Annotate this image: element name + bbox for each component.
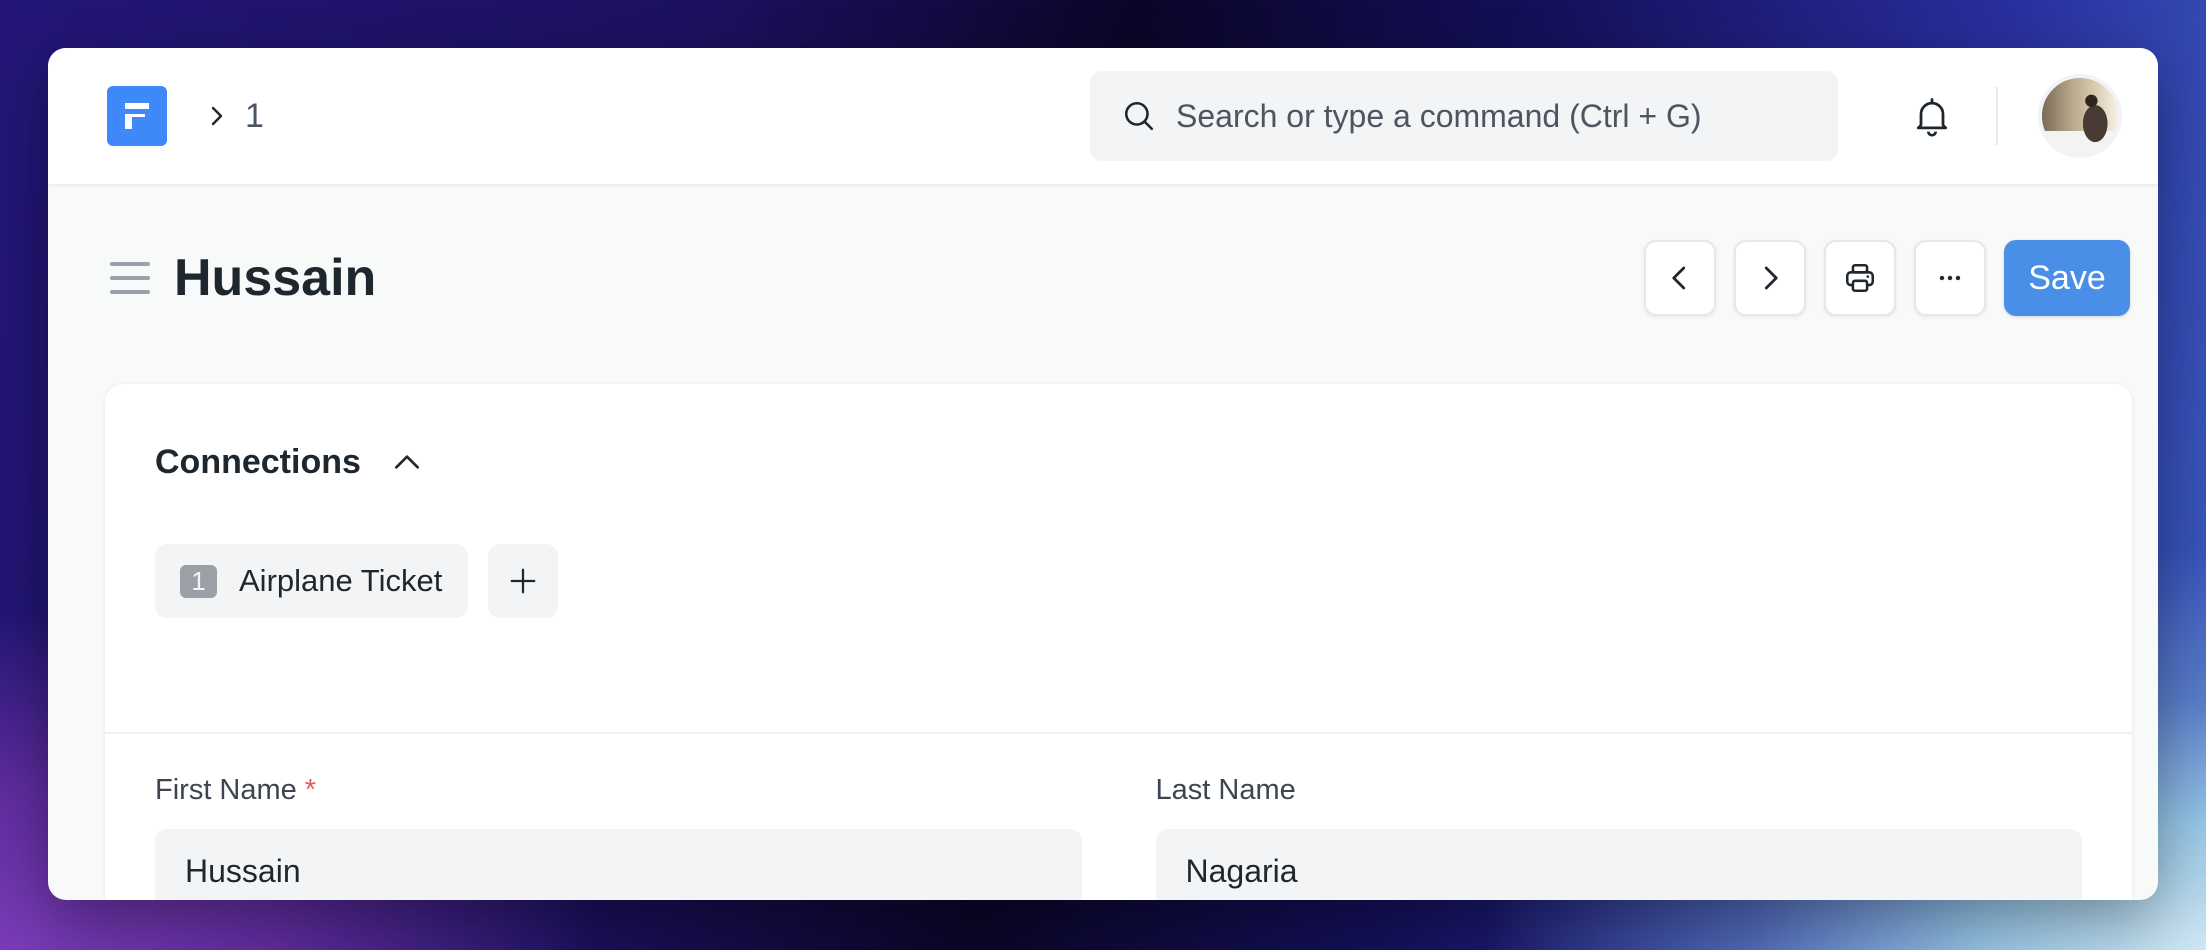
- last-name-label-text: Last Name: [1155, 774, 1296, 806]
- frappe-logo-icon: [125, 103, 149, 129]
- first-name-field: First Name *: [155, 774, 1082, 900]
- ellipsis-icon: [1939, 275, 1961, 281]
- user-avatar[interactable]: [2038, 74, 2122, 158]
- more-actions-button[interactable]: [1914, 240, 1986, 316]
- printer-icon: [1845, 263, 1875, 293]
- save-button[interactable]: Save: [2004, 240, 2130, 316]
- connections-header[interactable]: Connections: [105, 384, 2132, 500]
- first-name-label: First Name *: [155, 774, 1082, 807]
- connection-airplane-ticket[interactable]: 1 Airplane Ticket: [155, 544, 469, 618]
- navbar: 1: [48, 48, 2158, 184]
- search-icon: [1124, 101, 1154, 131]
- last-name-label: Last Name: [1156, 774, 2083, 807]
- required-indicator: *: [304, 774, 317, 806]
- chevron-right-icon: [1764, 266, 1778, 290]
- search-input[interactable]: [1176, 97, 1796, 135]
- connection-label: Airplane Ticket: [239, 563, 443, 598]
- name-fields: First Name * Last Name: [155, 774, 2082, 900]
- previous-record-button[interactable]: [1644, 240, 1716, 316]
- next-record-button[interactable]: [1734, 240, 1806, 316]
- search-bar[interactable]: [1090, 71, 1838, 161]
- first-name-label-text: First Name: [155, 774, 297, 806]
- page-actions: Save: [1644, 240, 2130, 316]
- plus-icon: [510, 568, 536, 594]
- divider: [1996, 87, 1998, 145]
- last-name-field: Last Name: [1155, 774, 2083, 900]
- breadcrumb-item[interactable]: 1: [245, 97, 264, 136]
- add-connection-button[interactable]: [488, 544, 559, 618]
- chevron-up-icon[interactable]: [391, 446, 423, 478]
- app-window: 1 Hussain: [48, 48, 2158, 900]
- bell-icon[interactable]: [1910, 94, 1954, 138]
- app-logo[interactable]: [107, 86, 167, 146]
- connections-list: 1 Airplane Ticket: [105, 500, 2132, 618]
- page-title: Hussain: [174, 249, 377, 307]
- chevron-left-icon: [1672, 266, 1686, 290]
- print-button[interactable]: [1824, 240, 1896, 316]
- connection-count-badge: 1: [180, 564, 217, 598]
- form-card: Connections 1 Airplane Ticket First Name…: [105, 384, 2132, 900]
- section-divider: [105, 732, 2132, 734]
- page-header: Hussain Save: [48, 184, 2158, 372]
- hamburger-menu-icon[interactable]: [110, 262, 150, 294]
- chevron-right-icon: [211, 106, 223, 126]
- first-name-input[interactable]: [155, 829, 1082, 900]
- last-name-input[interactable]: [1155, 829, 2082, 900]
- connections-title: Connections: [155, 442, 361, 481]
